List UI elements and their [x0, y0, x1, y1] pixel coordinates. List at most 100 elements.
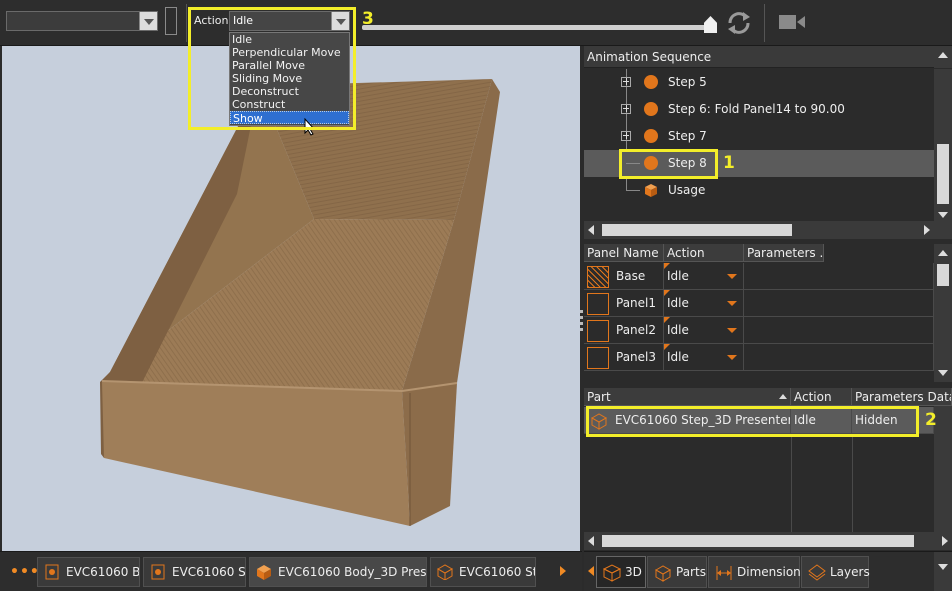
right-panel: Animation Sequence Step 5 Step 6: Fold P…	[584, 46, 952, 591]
document-icon	[45, 564, 59, 580]
table-row-panel-name[interactable]: Base	[584, 263, 664, 290]
part-params-cell[interactable]: Hidden	[852, 407, 934, 434]
chevron-down-icon[interactable]	[727, 301, 737, 306]
column-header-parameters[interactable]: Parameters ...	[744, 244, 824, 262]
part-name-text: EVC61060 Step_3D Presenter_4	[615, 413, 791, 427]
table-row-params[interactable]	[744, 290, 934, 317]
dropdown-option[interactable]: Perpendicular Move	[230, 46, 349, 59]
table-row-panel-name[interactable]: Panel3	[584, 344, 664, 371]
document-tabs-bar: ••• EVC61060 Boc EVC61060 Ste EVC61060 B…	[0, 551, 582, 591]
tree-item-usage[interactable]: Usage	[584, 177, 934, 204]
animation-slider-thumb[interactable]	[704, 16, 717, 33]
color-swatch-box[interactable]	[165, 7, 177, 35]
table-row-action[interactable]: Idle	[664, 290, 744, 317]
part-name-cell[interactable]: EVC61060 Step_3D Presenter_4	[584, 407, 791, 434]
table-row-panel-name[interactable]: Panel1	[584, 290, 664, 317]
splitter-grip[interactable]	[756, 239, 774, 264]
table-row-params[interactable]	[744, 317, 934, 344]
tab-scroll-right-icon[interactable]	[560, 566, 566, 576]
tree-item-step-8[interactable]: Step 8	[584, 150, 934, 177]
chevron-down-icon[interactable]	[727, 328, 737, 333]
panel-name-text: Panel1	[616, 296, 657, 310]
scroll-left-icon[interactable]	[588, 536, 594, 546]
column-header-action[interactable]: Action	[791, 388, 852, 406]
scroll-thumb[interactable]	[602, 224, 792, 236]
more-tabs-button[interactable]: •••	[10, 564, 40, 580]
callout-number-1: 1	[723, 153, 735, 173]
table-row-params[interactable]	[744, 263, 934, 290]
table-row-action[interactable]: Idle	[664, 344, 744, 371]
part-action-cell[interactable]: Idle	[791, 407, 852, 434]
expand-icon[interactable]	[621, 104, 631, 114]
dropdown-option-selected[interactable]: Show	[230, 111, 349, 125]
dropdown-option[interactable]: Sliding Move	[230, 72, 349, 85]
title-scroll-up[interactable]	[934, 46, 952, 68]
right-panel-tabs-bar: 3D Parts Dimensions Layers	[584, 551, 952, 591]
table-row-action[interactable]: Idle	[664, 317, 744, 344]
chevron-down-icon[interactable]	[331, 12, 349, 30]
dropdown-option[interactable]: Construct	[230, 98, 349, 111]
sort-ascending-icon[interactable]	[779, 394, 787, 399]
column-header-parameters-data[interactable]: Parameters Data	[852, 388, 952, 406]
panel-icon	[587, 347, 609, 369]
tab-parts[interactable]: Parts	[647, 556, 707, 588]
panels-vertical-scrollbar[interactable]	[934, 244, 952, 382]
scroll-down-icon[interactable]	[938, 212, 948, 218]
scroll-down-icon[interactable]	[938, 564, 948, 570]
chevron-down-icon[interactable]	[727, 355, 737, 360]
scroll-right-icon[interactable]	[942, 536, 948, 546]
action-combo[interactable]: Idle	[229, 11, 350, 31]
tree-item-step-6[interactable]: Step 6: Fold Panel14 to 90.00	[584, 96, 934, 123]
tab-3d[interactable]: 3D	[596, 556, 646, 588]
column-header-part[interactable]: Part	[584, 388, 791, 406]
animation-sequence-title: Animation Sequence	[584, 46, 952, 68]
doc-tab[interactable]: EVC61060 Ste	[430, 557, 536, 587]
scroll-down-icon[interactable]	[938, 370, 948, 376]
splitter-grip[interactable]	[756, 383, 774, 408]
tab-dimensions[interactable]: Dimensions	[708, 556, 807, 588]
view-select-combo[interactable]	[6, 11, 158, 31]
doc-tab[interactable]: EVC61060 Ste	[143, 557, 246, 587]
animation-sequence-tree[interactable]: Step 5 Step 6: Fold Panel14 to 90.00 Ste…	[584, 69, 934, 224]
expand-icon[interactable]	[621, 77, 631, 87]
panels-table: Panel Name Action Parameters ... Base Id…	[584, 244, 952, 382]
doc-tab-label: EVC61060 Ste	[172, 565, 246, 579]
dropdown-option[interactable]: Idle	[230, 33, 349, 46]
corner-marker-icon	[664, 263, 670, 269]
scroll-thumb[interactable]	[602, 535, 914, 547]
parts-horizontal-scrollbar[interactable]	[584, 532, 952, 550]
tree-horizontal-scrollbar[interactable]	[584, 221, 952, 239]
vertical-scrollbar-end[interactable]	[934, 552, 952, 591]
animation-slider-track[interactable]	[362, 25, 712, 30]
scroll-up-icon[interactable]	[938, 250, 948, 256]
scroll-left-icon[interactable]	[588, 225, 594, 235]
dropdown-option[interactable]: Parallel Move	[230, 59, 349, 72]
tab-layers[interactable]: Layers	[801, 556, 870, 588]
table-row-panel-name[interactable]: Panel2	[584, 317, 664, 344]
column-header-action[interactable]: Action	[664, 244, 744, 262]
action-text: Idle	[667, 296, 689, 310]
dropdown-option[interactable]: Deconstruct	[230, 85, 349, 98]
video-camera-icon[interactable]	[778, 12, 806, 32]
tree-vertical-scrollbar[interactable]	[934, 69, 952, 224]
action-dropdown-list[interactable]: Idle Perpendicular Move Parallel Move Sl…	[229, 32, 350, 126]
doc-tab-active[interactable]: EVC61060 Body_3D Presenter	[249, 557, 427, 587]
refresh-icon[interactable]	[723, 8, 755, 38]
toolbar-divider	[764, 4, 765, 42]
chevron-down-icon[interactable]	[727, 274, 737, 279]
column-divider	[852, 434, 853, 534]
tree-item-step-7[interactable]: Step 7	[584, 123, 934, 150]
panel-icon	[587, 293, 609, 315]
column-header-panel-name[interactable]: Panel Name	[584, 244, 664, 262]
doc-tab[interactable]: EVC61060 Boc	[37, 557, 140, 587]
tree-item-step-5[interactable]: Step 5	[584, 69, 934, 96]
scroll-thumb[interactable]	[937, 144, 949, 204]
scroll-right-icon[interactable]	[924, 225, 930, 235]
table-row-params[interactable]	[744, 344, 934, 371]
scroll-thumb[interactable]	[937, 264, 949, 286]
table-row-action[interactable]: Idle	[664, 263, 744, 290]
chevron-down-icon[interactable]	[139, 12, 157, 30]
expand-icon[interactable]	[621, 131, 631, 141]
tab-scroll-left-icon[interactable]	[588, 566, 594, 576]
tab-label: Layers	[830, 565, 870, 579]
